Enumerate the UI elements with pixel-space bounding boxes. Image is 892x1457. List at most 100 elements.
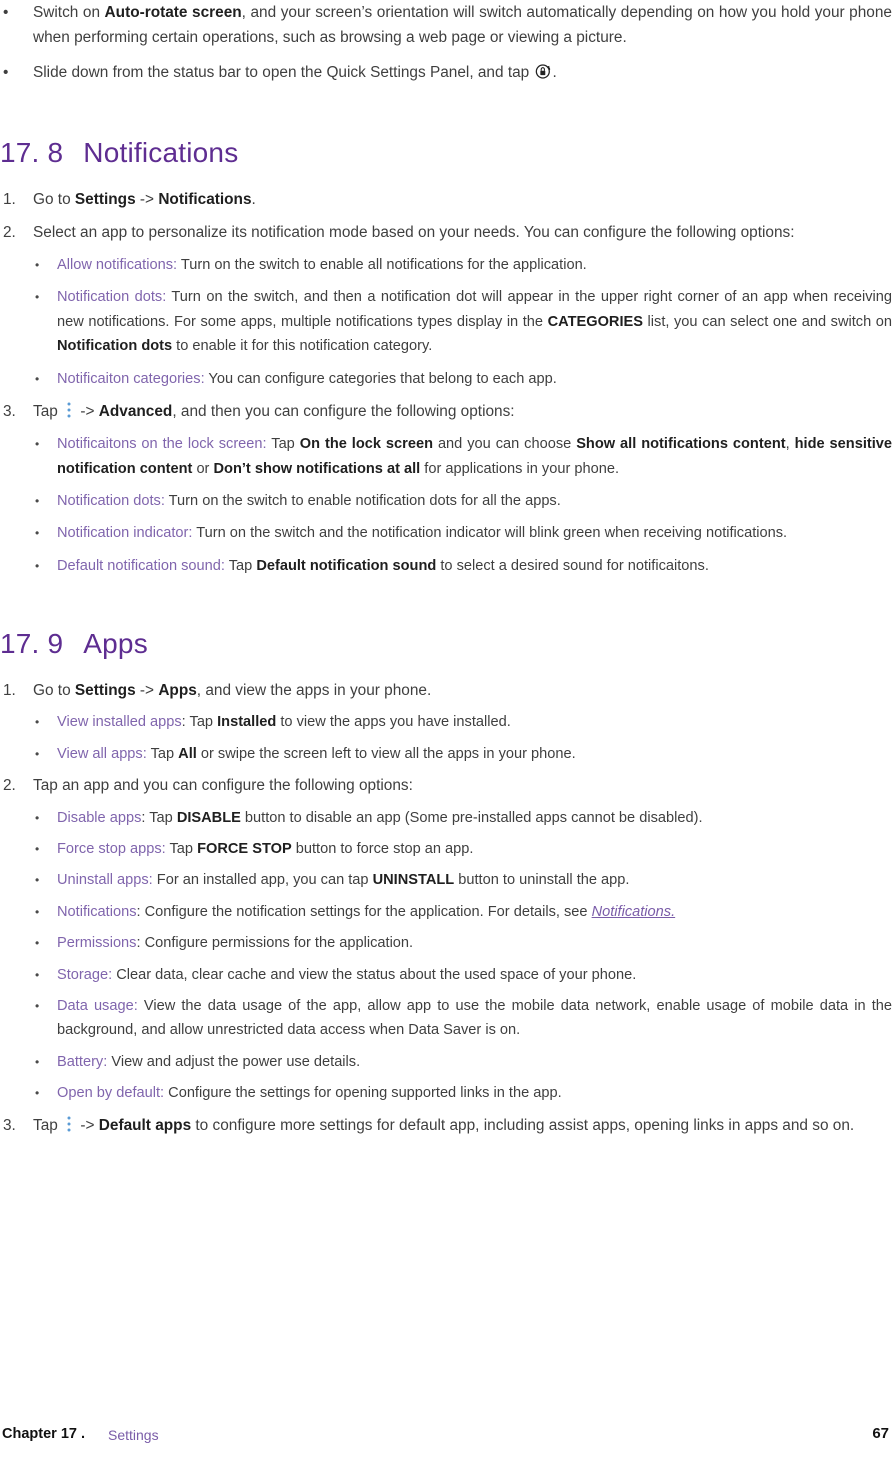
list-item-text: Notification dots: Turn on the switch to… (57, 493, 561, 509)
list-item-text: Force stop apps: Tap FORCE STOP button t… (57, 841, 473, 857)
option-label: Default notification sound: (57, 557, 225, 574)
list-marker: 1. (3, 190, 16, 208)
body-text: : Configure permissions for the applicat… (136, 935, 414, 952)
body-text: Configure the settings for opening suppo… (164, 1085, 562, 1102)
notifications-option-2-1: • Allow notifications: Turn on the switch… (0, 253, 892, 277)
option-label: Notification dots: (57, 289, 167, 306)
list-item-text: Storage: Clear data, clear cache and vie… (57, 967, 636, 983)
body-text: Tap (33, 1116, 63, 1134)
body-text: For an installed app, you can tap (152, 872, 373, 889)
list-marker: • (35, 746, 40, 761)
notifications-option-3-1: • Notificaitons on the lock screen: Tap O… (0, 432, 892, 481)
body-text: Clear data, clear cache and view the sta… (112, 966, 637, 983)
list-marker: • (35, 290, 40, 305)
body-text: You can configure categories that belong… (204, 370, 557, 387)
notifications-option-3-4: • Default notification sound: Tap Default… (0, 554, 892, 578)
option-label: Disable apps (57, 809, 142, 826)
apps-option-2-4: • Notifications: Configure the notificati… (0, 900, 892, 924)
option-label: View all apps: (57, 745, 147, 762)
option-label: Notification indicator: (57, 525, 193, 542)
body-text: Tap an app and you can configure the fol… (33, 777, 413, 795)
list-item-text: Switch on Auto-rotate screen, and your s… (33, 4, 892, 46)
list-item-text: Notification indicator: Turn on the swit… (57, 525, 787, 541)
emphasis-text: Advanced (98, 403, 173, 421)
list-marker: • (35, 371, 40, 386)
apps-option-2-3: • Uninstall apps: For an installed app, y… (0, 868, 892, 892)
kebab-menu-icon (65, 1115, 73, 1133)
list-marker: • (35, 967, 40, 982)
list-marker: • (35, 437, 40, 452)
body-text: Go to (33, 190, 75, 208)
body-text: button to uninstall the app. (454, 872, 630, 889)
body-text: Slide down from the status bar to open t… (33, 64, 534, 82)
option-label: Notificaiton categories: (57, 370, 205, 387)
body-text: to configure more settings for default a… (191, 1116, 855, 1134)
list-item-text: View all apps: Tap All or swipe the scre… (57, 746, 576, 762)
body-text: , (785, 436, 795, 453)
apps-option-1-1: • View installed apps: Tap Installed to v… (0, 710, 892, 734)
body-text: or (192, 460, 214, 477)
section-heading-notifications: 17. 8 Notifications (0, 136, 892, 170)
list-marker: • (35, 936, 40, 951)
body-text: -> (76, 1116, 99, 1134)
option-label: Open by default: (57, 1085, 165, 1102)
list-marker: • (35, 558, 40, 573)
option-label: Force stop apps: (57, 840, 166, 857)
body-text: Tap (266, 436, 300, 453)
list-marker: • (35, 1086, 40, 1101)
list-marker: 2. (3, 777, 16, 795)
apps-option-1-2: • View all apps: Tap All or swipe the scr… (0, 742, 892, 766)
body-text: , and then you can configure the followi… (172, 403, 515, 421)
intro-bullet-2: • Slide down from the status bar to open … (0, 60, 892, 85)
section-heading-apps: 17. 9 Apps (0, 627, 892, 661)
body-text: : Tap (181, 714, 218, 731)
option-label: Uninstall apps: (57, 872, 153, 889)
emphasis-text: On the lock screen (299, 436, 433, 453)
list-marker: • (35, 810, 40, 825)
body-text: Turn on the switch and the notification … (192, 525, 788, 542)
body-text: View and adjust the power use details. (107, 1053, 361, 1070)
body-text: -> (135, 682, 159, 700)
cross-reference-link[interactable]: Notifications. (592, 904, 676, 920)
option-label: Permissions (57, 935, 137, 952)
list-item-text: Slide down from the status bar to open t… (33, 64, 557, 81)
apps-option-2-5: • Permissions: Configure permissions for … (0, 931, 892, 955)
emphasis-text: DISABLE (176, 809, 241, 826)
option-label: View installed apps (57, 714, 182, 731)
list-item-text: Notificaitons on the lock screen: Tap On… (57, 436, 892, 476)
body-text: and you can choose (433, 436, 577, 453)
list-marker: • (35, 841, 40, 856)
list-item-text: Select an app to personalize its notific… (33, 224, 795, 241)
apps-step-1: 1. Go to Settings -> Apps, and view the a… (0, 678, 892, 703)
list-item-text: Permissions: Configure permissions for t… (57, 935, 413, 951)
emphasis-text: Notifications (158, 190, 252, 208)
list-item-text: Disable apps: Tap DISABLE button to disa… (57, 810, 703, 826)
list-item-text: Allow notifications: Turn on the switch … (57, 257, 587, 273)
emphasis-text: FORCE STOP (197, 840, 292, 857)
emphasis-text: Auto-rotate screen (104, 4, 242, 21)
body-text: or swipe the screen left to view all the… (196, 745, 576, 762)
list-marker: • (35, 258, 40, 273)
body-text: to view the apps you have installed. (276, 714, 511, 731)
list-item-text: Uninstall apps: For an installed app, yo… (57, 872, 629, 888)
list-item-text: Go to Settings -> Notifications. (33, 191, 256, 208)
apps-option-2-7: • Data usage: View the data usage of the … (0, 994, 892, 1043)
list-marker: • (35, 904, 40, 919)
section-title: Notifications (83, 136, 239, 168)
apps-option-2-1: • Disable apps: Tap DISABLE button to dis… (0, 806, 892, 830)
list-item-text: Tap -> Default apps to configure more se… (33, 1115, 855, 1134)
option-label: Allow notifications: (57, 257, 178, 274)
section-number: 17. 9 (0, 628, 64, 660)
section-number: 17. 8 (0, 136, 64, 168)
emphasis-text: Apps (158, 682, 197, 700)
emphasis-text: CATEGORIES (547, 313, 643, 330)
option-label: Data usage: (57, 997, 138, 1014)
list-marker: • (3, 4, 9, 21)
list-item-text: Data usage: View the data usage of the a… (57, 998, 892, 1038)
body-text: . (552, 64, 557, 82)
intro-bullet-1: • Switch on Auto-rotate screen, and your … (0, 0, 892, 50)
option-label: Notificaitons on the lock screen: (57, 436, 267, 453)
apps-step-2: 2. Tap an app and you can configure the f… (0, 773, 892, 798)
